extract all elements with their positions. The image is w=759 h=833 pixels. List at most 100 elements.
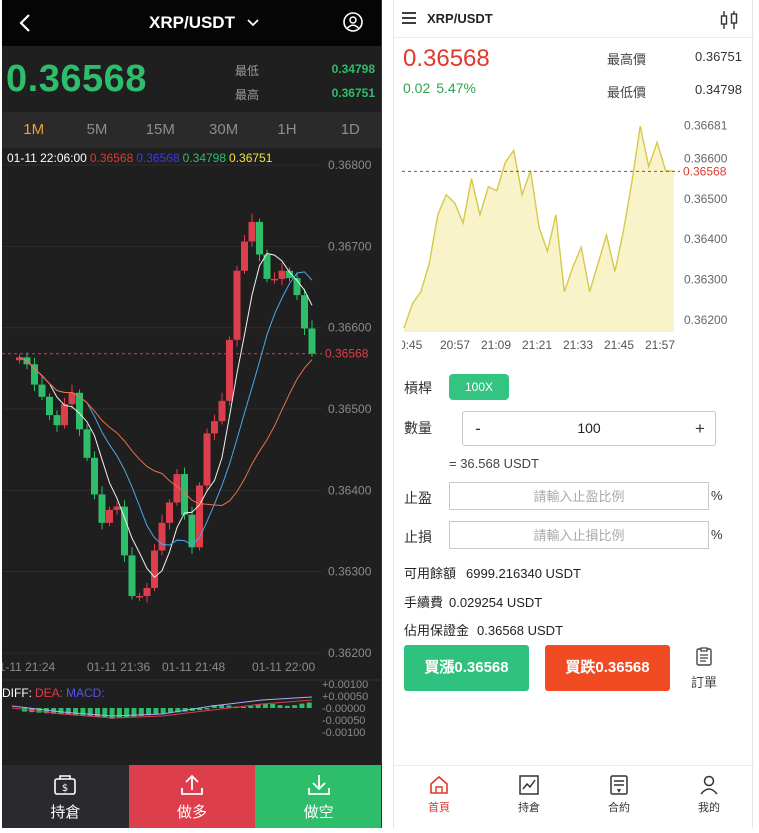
macd-bar [284, 705, 290, 708]
nav-positions-label: 持倉 [518, 802, 540, 814]
menu-icon[interactable] [401, 10, 417, 26]
buy-up-button[interactable]: 買漲0.36568 [404, 645, 529, 691]
candle-body [278, 270, 286, 279]
y-axis-tick: 0.36600 [684, 151, 728, 165]
high-label: 最高 [235, 88, 260, 102]
kline-header: XRP/USDT [2, 0, 381, 46]
go-short-button[interactable]: 做空 [255, 765, 381, 828]
x-axis-tick: 21:45 [604, 338, 634, 352]
stop-loss-percent: % [711, 527, 723, 542]
candle-body [53, 415, 61, 426]
interval-tabs: 1M 5M 15M 30M 1H 1D [2, 112, 381, 148]
download-arrow-icon [307, 775, 330, 795]
candle-body [46, 396, 53, 416]
x-axis-tick: 01-11 22:00 [252, 660, 315, 674]
x-axis-tick: 01-11 21:36 [87, 660, 150, 674]
kline-panel: XRP/USDT 0.36568 最低 0.34798 最高 0.36751 1… [2, 0, 382, 828]
quantity-input[interactable] [493, 412, 685, 445]
candle-body [241, 241, 248, 271]
candlestick-icon[interactable] [718, 9, 740, 31]
high-value: 0.36751 [695, 49, 742, 64]
macd-bar [95, 708, 100, 717]
chevron-down-icon[interactable] [246, 16, 260, 30]
nav-home[interactable]: 首頁 [394, 766, 484, 828]
candle-body [83, 429, 91, 458]
macd-macd-label: MACD: [66, 686, 105, 700]
candle-info-open: 0.36568 [90, 151, 134, 165]
y-axis-tick: 0.36681 [684, 119, 728, 133]
macd-bar [241, 706, 246, 708]
candle-body [143, 587, 151, 597]
y-axis-tick: 0.36300 [684, 273, 728, 287]
app-root: XRP/USDT 0.36568 最低 0.34798 最高 0.36751 1… [0, 0, 759, 833]
nav-positions[interactable]: 持倉 [484, 766, 574, 828]
back-arrow-icon[interactable] [14, 9, 38, 37]
positions-button[interactable]: $ 持倉 [2, 765, 129, 828]
tab-15m[interactable]: 15M [129, 112, 192, 148]
stop-loss-input[interactable] [449, 521, 709, 549]
tab-5m[interactable]: 5M [65, 112, 128, 148]
x-axis-tick: 21:33 [563, 338, 593, 352]
candle-body [211, 421, 218, 434]
candle-body [121, 506, 128, 556]
upload-arrow-icon [181, 774, 203, 795]
macd-tick: -0.00050 [322, 715, 365, 727]
y-axis-tick: 0.36500 [328, 402, 372, 416]
y-axis-tick: 0.36200 [684, 313, 728, 327]
nav-contract[interactable]: 合約 [574, 766, 664, 828]
take-profit-input[interactable] [449, 482, 709, 510]
fee-value: 0.029254 USDT [449, 595, 543, 610]
buy-down-button[interactable]: 買跌0.36568 [545, 645, 670, 691]
candle-body [91, 457, 98, 495]
macd-bar [160, 708, 166, 714]
macd-tick: -0.00000 [322, 703, 365, 715]
macd-bar [65, 708, 71, 715]
orders-button[interactable]: 訂單 [684, 646, 724, 692]
leverage-button[interactable]: 100X [449, 374, 509, 400]
orders-label: 訂單 [690, 675, 717, 690]
candle-body [61, 404, 68, 426]
tab-1m[interactable]: 1M [2, 112, 65, 148]
macd-tick: +0.00100 [322, 679, 368, 691]
quantity-plus-button[interactable]: + [685, 412, 715, 445]
macd-bar [153, 708, 159, 715]
kline-chart[interactable]: 01-11 22:06:00 0.36568 0.36568 0.34798 0.367… [2, 148, 382, 764]
low-label: 最低價 [607, 85, 647, 100]
x-axis-tick: 20:57 [440, 338, 470, 352]
y-axis-tick: 0.36700 [328, 239, 372, 253]
trade-panel: XRP/USDT 0.36568 0.02 5.47% 最高價 0.36751 最… [393, 0, 754, 828]
candle-body [226, 339, 233, 401]
user-icon [700, 775, 718, 795]
go-long-label: 做多 [177, 804, 208, 821]
go-long-button[interactable]: 做多 [128, 765, 256, 828]
current-price: 0.36568 [6, 58, 147, 100]
macd-bar [73, 708, 79, 716]
tab-1h[interactable]: 1H [255, 112, 318, 148]
low-value: 0.34798 [695, 82, 742, 97]
current-price: 0.36568 [403, 45, 490, 72]
nav-profile-label: 我的 [698, 802, 720, 814]
trade-header: XRP/USDT [394, 0, 754, 38]
low-label: 最低 [235, 64, 260, 78]
pair-title: XRP/USDT [427, 11, 493, 26]
macd-bar [299, 703, 305, 708]
x-axis-tick: 0:45 [402, 338, 423, 352]
candle-body [181, 474, 188, 515]
price-area-chart[interactable]: 0.36568 0.36681 0.36600 0.36500 0.36400 0.363… [402, 110, 752, 360]
price-change: 0.02 5.47% [403, 80, 482, 96]
balance-label: 可用餘額 [404, 566, 457, 581]
macd-bar [277, 705, 283, 708]
pair-title: XRP/USDT [149, 13, 235, 32]
user-circle-icon[interactable] [342, 11, 364, 33]
nav-profile[interactable]: 我的 [664, 766, 754, 828]
quantity-minus-button[interactable]: - [463, 412, 493, 445]
margin-row: 佔用保證金 0.36568 USDT [404, 620, 563, 639]
tab-30m[interactable]: 30M [192, 112, 255, 148]
macd-tick: -0.00100 [322, 727, 365, 739]
x-axis-tick: 01-11 21:48 [162, 660, 225, 674]
nav-contract-label: 合約 [608, 802, 630, 814]
candle-body [151, 550, 158, 588]
candle-body [106, 509, 113, 523]
tab-1d[interactable]: 1D [319, 112, 381, 148]
macd-bar [204, 708, 210, 710]
